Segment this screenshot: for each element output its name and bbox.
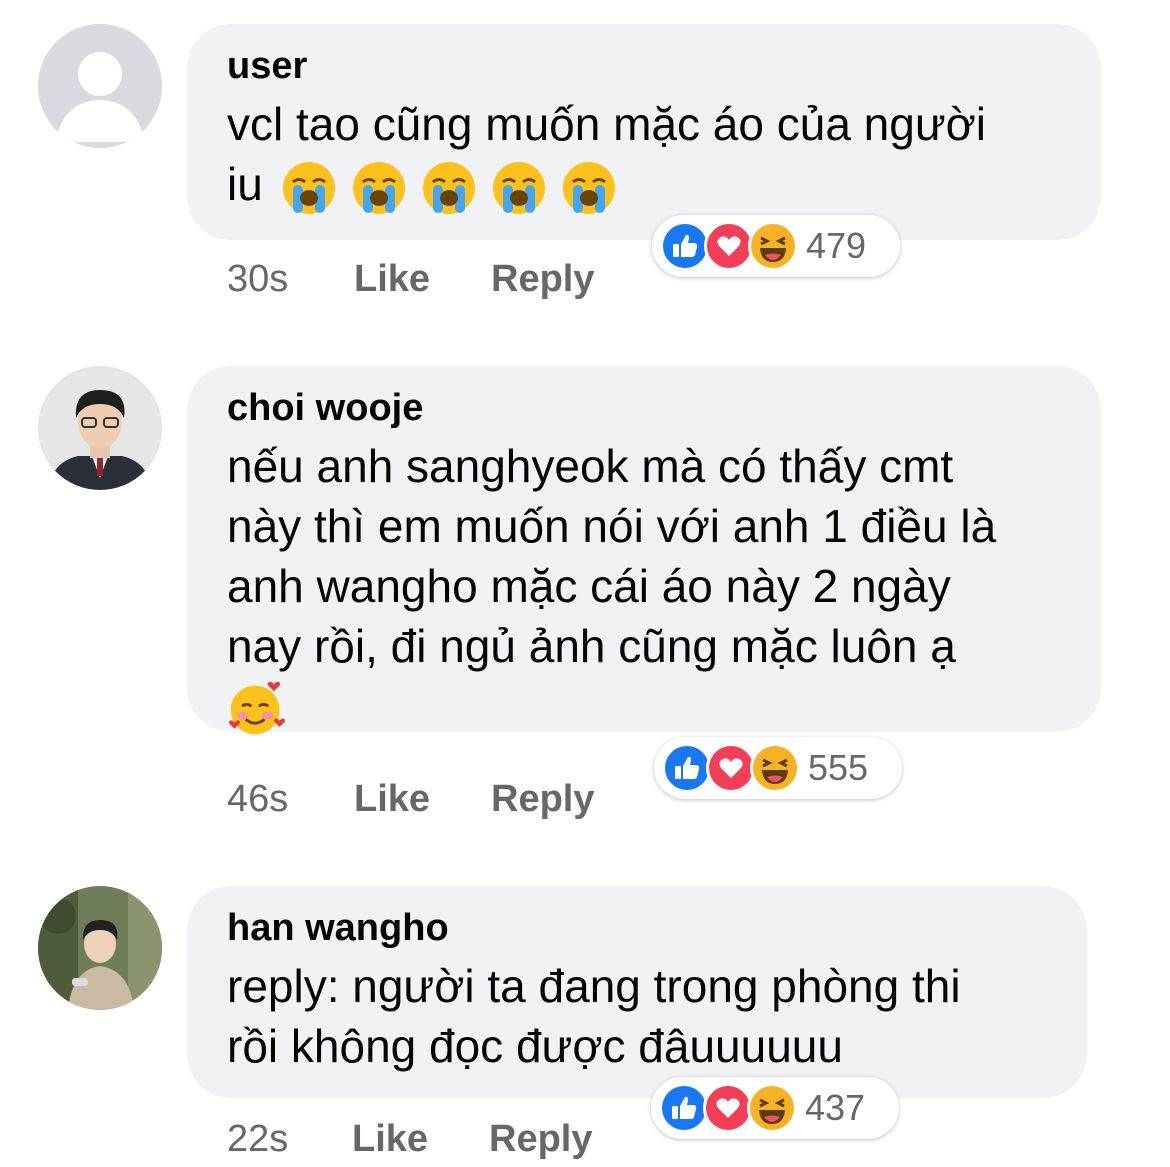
reaction-count: 555 <box>808 747 869 788</box>
love-icon <box>706 743 756 793</box>
reply-button[interactable]: Reply <box>491 778 594 821</box>
comment-text-line: anh wangho mặc cái áo này 2 ngày <box>227 560 951 612</box>
comment-author[interactable]: han wangho <box>227 906 1047 950</box>
reply-button[interactable]: Reply <box>489 1118 592 1161</box>
comment-actions: 30s Like Reply <box>227 258 594 301</box>
comment-author[interactable]: user <box>227 44 1061 88</box>
profile-photo-icon <box>38 886 162 1010</box>
profile-photo-icon <box>38 366 162 490</box>
comment-text-line: rồi không đọc được đâuuuuuu <box>227 1020 843 1072</box>
love-icon <box>703 1083 753 1133</box>
loudly-crying-face-emoji <box>491 160 547 216</box>
reply-button[interactable]: Reply <box>491 258 594 301</box>
reaction-summary[interactable]: 437 <box>651 1077 899 1139</box>
loudly-crying-face-emoji <box>281 160 337 216</box>
comment-text-line: nếu anh sanghyeok mà có thấy cmt <box>227 440 954 492</box>
comment-actions: 46s Like Reply <box>227 778 594 821</box>
avatar-default[interactable] <box>38 24 162 148</box>
like-icon <box>659 1083 709 1133</box>
love-icon <box>704 221 754 271</box>
comment-bubble[interactable]: choi wooje nếu anh sanghyeok mà có thấy … <box>187 366 1101 735</box>
loudly-crying-face-emoji <box>561 160 617 216</box>
comment-timestamp[interactable]: 30s <box>227 258 354 301</box>
reaction-count: 437 <box>805 1087 866 1128</box>
like-icon <box>662 743 712 793</box>
comment-emoji-line <box>227 676 1061 740</box>
comment-text-line: iu <box>227 158 263 210</box>
haha-icon <box>750 743 800 793</box>
reaction-summary[interactable]: 555 <box>654 737 902 799</box>
comment-text-line-with-emoji: iu <box>227 154 1061 216</box>
reaction-count: 479 <box>806 225 867 266</box>
haha-icon <box>747 1083 797 1133</box>
comment-timestamp[interactable]: 22s <box>227 1118 352 1161</box>
comment-text-line: reply: người ta đang trong phòng thi <box>227 960 961 1012</box>
comment-bubble[interactable]: han wangho reply: người ta đang trong ph… <box>187 886 1087 1098</box>
like-button[interactable]: Like <box>354 778 491 821</box>
loudly-crying-face-emoji <box>421 160 477 216</box>
like-button[interactable]: Like <box>354 258 491 301</box>
loudly-crying-face-emoji <box>351 160 407 216</box>
comment-timestamp[interactable]: 46s <box>227 778 354 821</box>
comment-author[interactable]: choi wooje <box>227 386 1061 430</box>
like-button[interactable]: Like <box>352 1118 489 1161</box>
reaction-summary[interactable]: 479 <box>652 215 900 277</box>
comment-text-line: này thì em muốn nói với anh 1 điều là <box>227 500 997 552</box>
comment-text-line: vcl tao cũng muốn mặc áo của người <box>227 98 987 150</box>
haha-icon <box>748 221 798 271</box>
avatar-choi-wooje[interactable] <box>38 366 162 490</box>
like-icon <box>660 221 710 271</box>
avatar-han-wangho[interactable] <box>38 886 162 1010</box>
default-user-icon <box>38 24 162 148</box>
smiling-face-with-hearts-emoji <box>227 680 287 740</box>
comment-text-line: nay rồi, đi ngủ ảnh cũng mặc luôn ạ <box>227 620 956 672</box>
comment-actions: 22s Like Reply <box>227 1118 592 1161</box>
comment-bubble[interactable]: user vcl tao cũng muốn mặc áo của người … <box>187 24 1101 240</box>
